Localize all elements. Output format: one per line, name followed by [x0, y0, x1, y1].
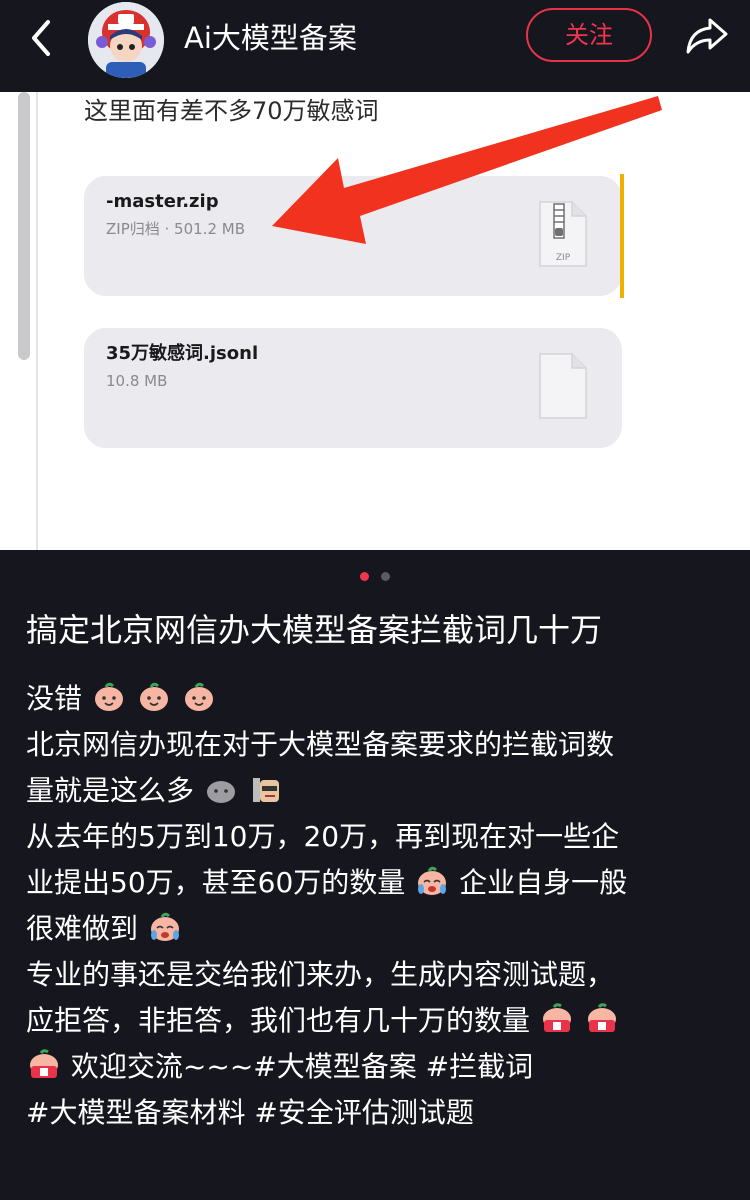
- chevron-left-icon: [32, 20, 50, 56]
- author-name[interactable]: Ai大模型备案: [184, 18, 357, 58]
- back-button[interactable]: [26, 18, 60, 58]
- svg-text:ZIP: ZIP: [556, 253, 571, 263]
- screenshot-scrollbar: [18, 92, 30, 360]
- peach-smile-emoji-icon: [139, 682, 168, 711]
- peach-cry-emoji-icon: [150, 912, 179, 941]
- share-button[interactable]: [684, 14, 730, 58]
- post-title: 搞定北京网信办大模型备案拦截词几十万: [26, 611, 603, 649]
- body-text: 很难做到: [26, 912, 139, 945]
- image-pager: [0, 566, 750, 586]
- body-line: #大模型备案材料 #安全评估测试题: [26, 1090, 726, 1136]
- post-image[interactable]: 这里面有差不多70万敏感词 -master.zip ZIP归档 · 501.2 …: [0, 92, 750, 550]
- squat-emoji-icon: [30, 1049, 58, 1078]
- pager-dot-active[interactable]: [360, 572, 370, 581]
- file-card-zip[interactable]: -master.zip ZIP归档 · 501.2 MB ZIP: [84, 176, 622, 296]
- peach-smile-emoji-icon: [184, 682, 213, 711]
- red-arrow-annotation: [272, 96, 662, 244]
- screenshot-caption: 这里面有差不多70万敏感词: [84, 97, 379, 125]
- document-file-icon: [534, 350, 590, 422]
- body-line: 没错: [26, 676, 726, 722]
- file-meta: ZIP归档 · 501.2 MB: [106, 220, 245, 238]
- peach-smile-emoji-icon: [94, 682, 123, 711]
- post-body: 没错 北京网信办现在对于大模型备案要求的拦截词数 量就是这么多 从去年的5万到1…: [26, 676, 726, 1136]
- body-line: 业提出50万，甚至60万的数量 企业自身一般: [26, 860, 726, 906]
- zip-file-icon: ZIP: [534, 198, 590, 270]
- body-text: 业提出50万，甚至60万的数量: [26, 866, 406, 899]
- body-line: 欢迎交流~~~#大模型备案 #拦截词: [26, 1044, 726, 1090]
- file-card-jsonl[interactable]: 35万敏感词.jsonl 10.8 MB: [84, 328, 622, 448]
- body-text: 没错: [26, 682, 83, 715]
- body-line: 从去年的5万到10万，20万，再到现在对一些企: [26, 814, 726, 860]
- file-name: -master.zip: [106, 191, 219, 212]
- pager-dot[interactable]: [380, 572, 390, 581]
- body-text: 北京网信办现在对于大模型备案要求的拦截词数: [26, 728, 615, 761]
- stone-emoji-icon: [206, 781, 235, 803]
- hashtag[interactable]: #安全评估测试题: [254, 1096, 473, 1129]
- avatar-image: [88, 2, 164, 78]
- file-name: 35万敏感词.jsonl: [106, 343, 259, 364]
- peach-cry-emoji-icon: [418, 866, 447, 895]
- body-text: 企业自身一般: [459, 866, 628, 899]
- body-text: 专业的事还是交给我们来办，生成内容测试题，: [26, 958, 615, 991]
- top-bar: Ai大模型备案 关注: [0, 0, 750, 92]
- body-text: 欢迎交流~~~: [70, 1050, 254, 1083]
- body-text: 量就是这么多: [26, 774, 195, 807]
- body-text: 从去年的5万到10万，20万，再到现在对一些企: [26, 820, 620, 853]
- body-line: 很难做到: [26, 906, 726, 952]
- text-cursor: [620, 174, 624, 298]
- body-line: 量就是这么多: [26, 768, 726, 814]
- follow-button[interactable]: 关注: [526, 8, 652, 62]
- hashtag[interactable]: #大模型备案材料: [26, 1096, 245, 1129]
- screenshot-divider: [36, 92, 38, 550]
- squat-emoji-icon: [542, 1003, 571, 1032]
- squat-emoji-icon: [587, 1003, 616, 1032]
- body-line: 北京网信办现在对于大模型备案要求的拦截词数: [26, 722, 726, 768]
- body-text: 应拒答，非拒答，我们也有几十万的数量: [26, 1004, 531, 1037]
- body-line: 应拒答，非拒答，我们也有几十万的数量: [26, 998, 726, 1044]
- body-line: 专业的事还是交给我们来办，生成内容测试题，: [26, 952, 726, 998]
- file-meta: 10.8 MB: [106, 372, 168, 390]
- avatar[interactable]: [88, 2, 164, 78]
- hashtag[interactable]: #大模型备案: [253, 1050, 416, 1083]
- sunglasses-emoji-icon: [252, 778, 279, 802]
- hashtag[interactable]: #拦截词: [426, 1050, 533, 1083]
- share-icon: [686, 18, 728, 54]
